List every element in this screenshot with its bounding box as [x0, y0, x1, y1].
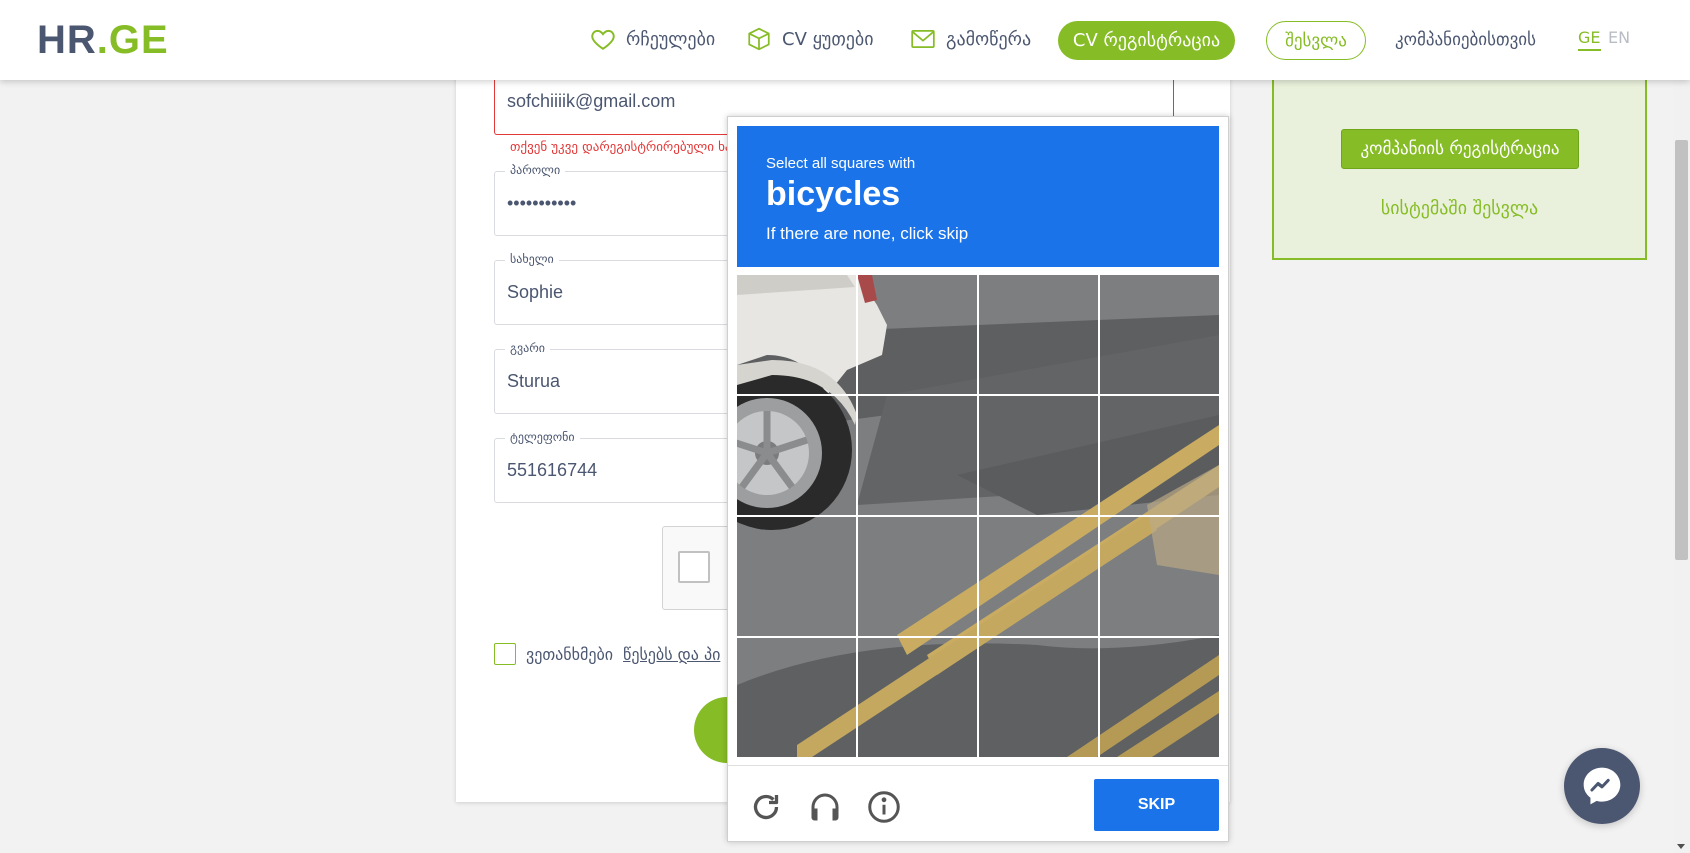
captcha-tile[interactable] — [1100, 396, 1219, 516]
terms-link[interactable]: წესებს და პი — [623, 645, 720, 664]
terms-checkbox[interactable] — [494, 643, 516, 665]
password-label: პაროლი — [505, 163, 566, 177]
info-icon[interactable] — [866, 789, 902, 825]
refresh-icon[interactable] — [748, 789, 784, 825]
captcha-tile[interactable] — [737, 517, 857, 637]
messenger-chat-button[interactable] — [1564, 748, 1640, 824]
captcha-instruction: Select all squares with — [766, 155, 916, 172]
lang-en[interactable]: EN — [1608, 28, 1630, 47]
nav-favorites[interactable]: რჩეულები — [590, 26, 715, 52]
captcha-footer: SKIP — [728, 765, 1228, 843]
email-value: sofchiiiik@gmail.com — [507, 91, 676, 111]
cv-register-button[interactable]: CV რეგისტრაცია — [1058, 21, 1235, 60]
captcha-tile[interactable] — [737, 638, 857, 757]
captcha-tile[interactable] — [858, 638, 978, 757]
scrollbar-thumb[interactable] — [1675, 140, 1688, 560]
nav-subscribe[interactable]: გამოწერა — [910, 26, 1031, 52]
headphones-icon[interactable] — [807, 789, 843, 825]
captcha-challenge: Select all squares with bicycles If ther… — [727, 116, 1229, 842]
captcha-tile[interactable] — [858, 275, 978, 395]
skip-button[interactable]: SKIP — [1094, 779, 1219, 831]
name-label: სახელი — [505, 252, 559, 266]
nav-cv-boxes[interactable]: CV ყუთები — [746, 26, 874, 52]
system-login-link[interactable]: სისტემაში შესვლა — [1274, 198, 1645, 219]
recaptcha-checkbox[interactable] — [678, 551, 710, 583]
password-value: ••••••••••• — [507, 193, 577, 213]
scroll-down-arrow[interactable] — [1677, 844, 1685, 849]
heart-icon — [591, 29, 615, 50]
nav-cv-boxes-label: CV ყუთები — [782, 28, 874, 50]
captcha-tile[interactable] — [1100, 275, 1219, 395]
site-header: HR.GE რჩეულები CV ყუთები გამოწერა CV რეგ… — [0, 0, 1690, 80]
envelope-icon — [911, 30, 935, 48]
nav-for-companies[interactable]: კომპანიებისთვის — [1395, 30, 1536, 50]
page-scrollbar[interactable] — [1673, 80, 1690, 853]
surname-label: გვარი — [505, 341, 550, 355]
captcha-image-grid — [737, 275, 1219, 757]
login-button[interactable]: შესვლა — [1266, 21, 1366, 60]
captcha-tile[interactable] — [858, 396, 978, 516]
email-error: თქვენ უკვე დარეგისტრირებული ხართ — [510, 140, 753, 155]
messenger-icon — [1583, 767, 1621, 805]
surname-value: Sturua — [507, 371, 561, 391]
name-value: Sophie — [507, 282, 564, 302]
terms-agreement: ვეთანხმები წესებს და პი — [494, 643, 720, 665]
captcha-header: Select all squares with bicycles If ther… — [737, 126, 1219, 267]
captcha-hint: If there are none, click skip — [766, 224, 969, 243]
captcha-tile[interactable] — [858, 517, 978, 637]
nav-favorites-label: რჩეულები — [626, 28, 716, 50]
captcha-tile[interactable] — [979, 638, 1099, 757]
logo[interactable]: HR.GE — [37, 18, 169, 63]
captcha-tile[interactable] — [737, 396, 857, 516]
box-icon — [748, 27, 770, 51]
captcha-tile[interactable] — [979, 517, 1099, 637]
captcha-tile[interactable] — [1100, 638, 1219, 757]
phone-value: 551616744 — [507, 460, 598, 480]
captcha-tile[interactable] — [979, 275, 1099, 395]
captcha-tile[interactable] — [979, 396, 1099, 516]
captcha-target: bicycles — [766, 175, 901, 213]
logo-ge: .GE — [96, 18, 169, 62]
company-register-button[interactable]: კომპანიის რეგისტრაცია — [1341, 129, 1579, 169]
captcha-tile[interactable] — [1100, 517, 1219, 637]
agree-label: ვეთანხმები — [526, 644, 614, 664]
captcha-tile[interactable] — [737, 275, 857, 395]
nav-subscribe-label: გამოწერა — [946, 28, 1032, 50]
phone-label: ტელეფონი — [505, 430, 580, 444]
logo-hr: HR — [37, 18, 97, 62]
lang-ge[interactable]: GE — [1578, 28, 1601, 51]
company-panel: კომპანიის რეგისტრაცია სისტემაში შესვლა — [1272, 60, 1647, 260]
